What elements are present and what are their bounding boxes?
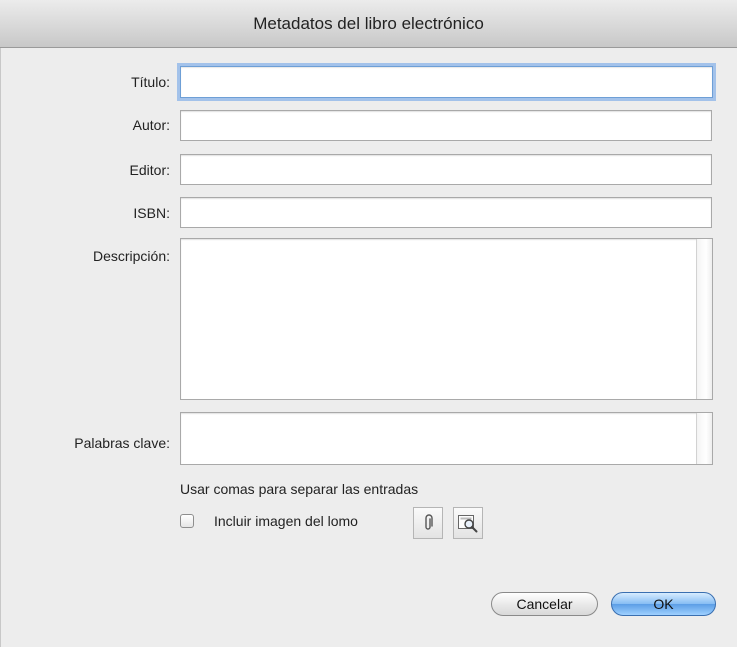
ebook-metadata-dialog: Metadatos del libro electrónico Título: … [0,0,737,647]
dialog-titlebar: Metadatos del libro electrónico [0,0,737,48]
description-scrollbar[interactable] [696,239,712,399]
keywords-field[interactable] [181,413,696,464]
ok-button[interactable]: OK [611,592,716,616]
include-spine-label[interactable]: Incluir imagen del lomo [214,513,358,529]
author-field[interactable] [180,110,712,141]
attach-spine-button[interactable] [413,507,443,539]
description-field[interactable] [181,239,696,399]
dialog-title: Metadatos del libro electrónico [253,14,484,33]
paperclip-icon [425,514,433,530]
keywords-label: Palabras clave: [74,435,170,451]
include-spine-checkbox[interactable] [180,514,194,528]
keywords-scrollbar[interactable] [696,413,712,464]
title-label: Título: [131,74,170,90]
keywords-box [180,412,713,465]
description-label: Descripción: [92,248,170,264]
preview-spine-button[interactable] [453,507,483,539]
isbn-label: ISBN: [133,205,170,221]
cancel-button[interactable]: Cancelar [491,592,598,616]
editor-field[interactable] [180,154,712,185]
keywords-hint: Usar comas para separar las entradas [180,481,419,497]
editor-label: Editor: [129,162,170,178]
image-preview-magnifier-icon [458,515,478,533]
isbn-field[interactable] [180,197,712,228]
author-label: Autor: [132,117,170,133]
description-box [180,238,713,400]
title-field[interactable] [180,66,713,98]
